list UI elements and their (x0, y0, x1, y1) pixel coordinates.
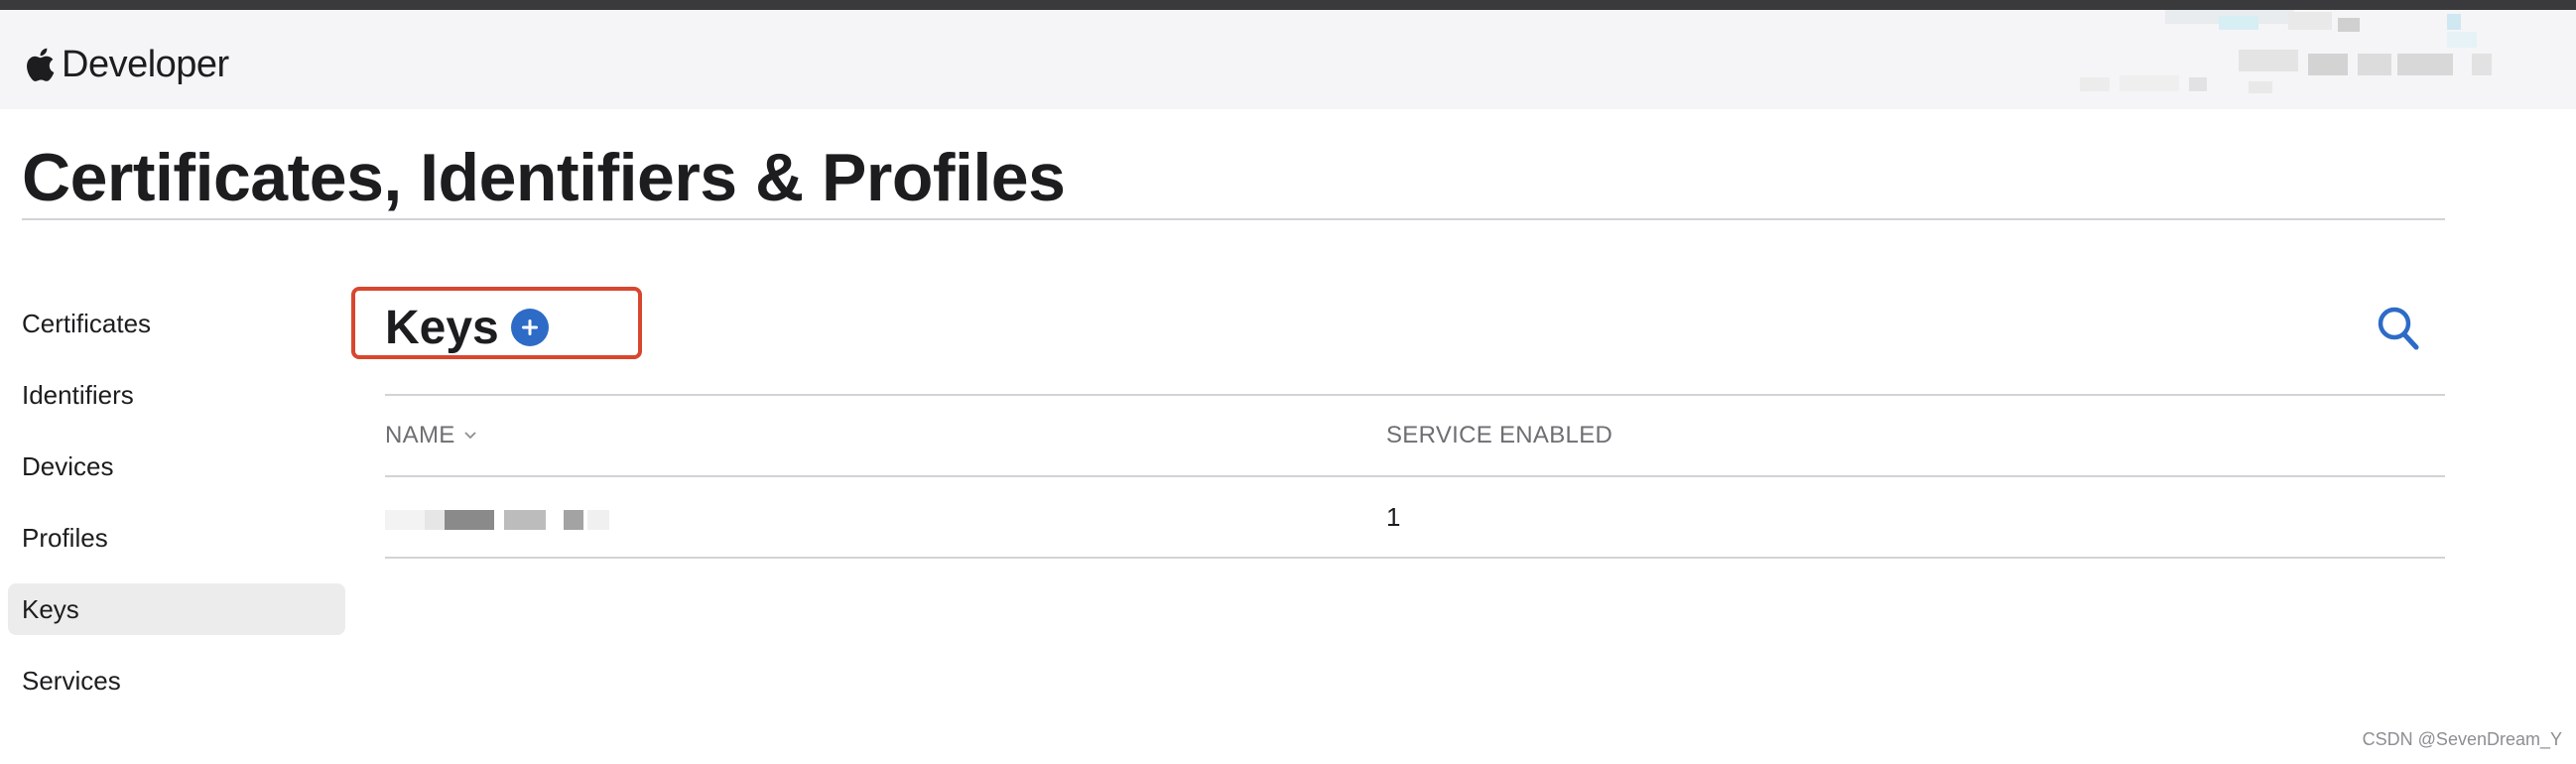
sidebar-item-label: Identifiers (22, 379, 134, 410)
title-divider (22, 218, 2445, 220)
apple-logo-icon (22, 45, 56, 84)
sidebar-item-label: Services (22, 665, 121, 696)
add-key-button[interactable] (510, 309, 549, 346)
account-menu-redacted[interactable] (2080, 10, 2576, 109)
sidebar-item-devices[interactable]: Devices (8, 441, 345, 492)
table-row-divider (385, 557, 2445, 559)
service-enabled-cell: 1 (1386, 501, 1401, 532)
browser-top-strip (0, 0, 2576, 10)
chevron-down-icon (463, 432, 476, 440)
sidebar-item-profiles[interactable]: Profiles (8, 512, 345, 564)
column-header-label: SERVICE ENABLED (1386, 422, 1613, 448)
sidebar-item-label: Devices (22, 450, 114, 481)
sidebar-item-label: Certificates (22, 308, 152, 338)
column-header-service-enabled: SERVICE ENABLED (1386, 396, 1612, 475)
sidebar-item-keys[interactable]: Keys (8, 583, 345, 635)
table-row[interactable]: 1 (385, 477, 2445, 557)
brand-text: Developer (62, 43, 229, 85)
plus-circle-icon (521, 319, 538, 335)
search-icon (2378, 307, 2419, 350)
column-header-label: NAME (385, 422, 455, 448)
sidebar-item-services[interactable]: Services (8, 655, 345, 706)
redacted-key-name (385, 502, 613, 532)
sidebar-item-identifiers[interactable]: Identifiers (8, 369, 345, 421)
sidebar-item-label: Keys (22, 593, 79, 624)
search-button[interactable] (2376, 304, 2421, 353)
sidebar-nav: Certificates Identifiers Devices Profile… (8, 298, 345, 726)
key-name-cell-redacted (385, 477, 613, 557)
section-header: Keys (385, 296, 549, 359)
section-title: Keys (385, 301, 499, 354)
sidebar-item-certificates[interactable]: Certificates (8, 298, 345, 349)
developer-brand-link[interactable]: Developer (22, 40, 229, 89)
global-header: Developer (0, 10, 2576, 109)
column-header-name[interactable]: NAME (385, 396, 477, 475)
sidebar-item-label: Profiles (22, 522, 108, 553)
keys-table: NAME SERVICE ENABLED 1 (385, 394, 2445, 559)
table-header: NAME SERVICE ENABLED (385, 396, 2445, 475)
page-title: Certificates, Identifiers & Profiles (22, 140, 1066, 215)
watermark-text: CSDN @SevenDream_Y (2362, 729, 2562, 749)
